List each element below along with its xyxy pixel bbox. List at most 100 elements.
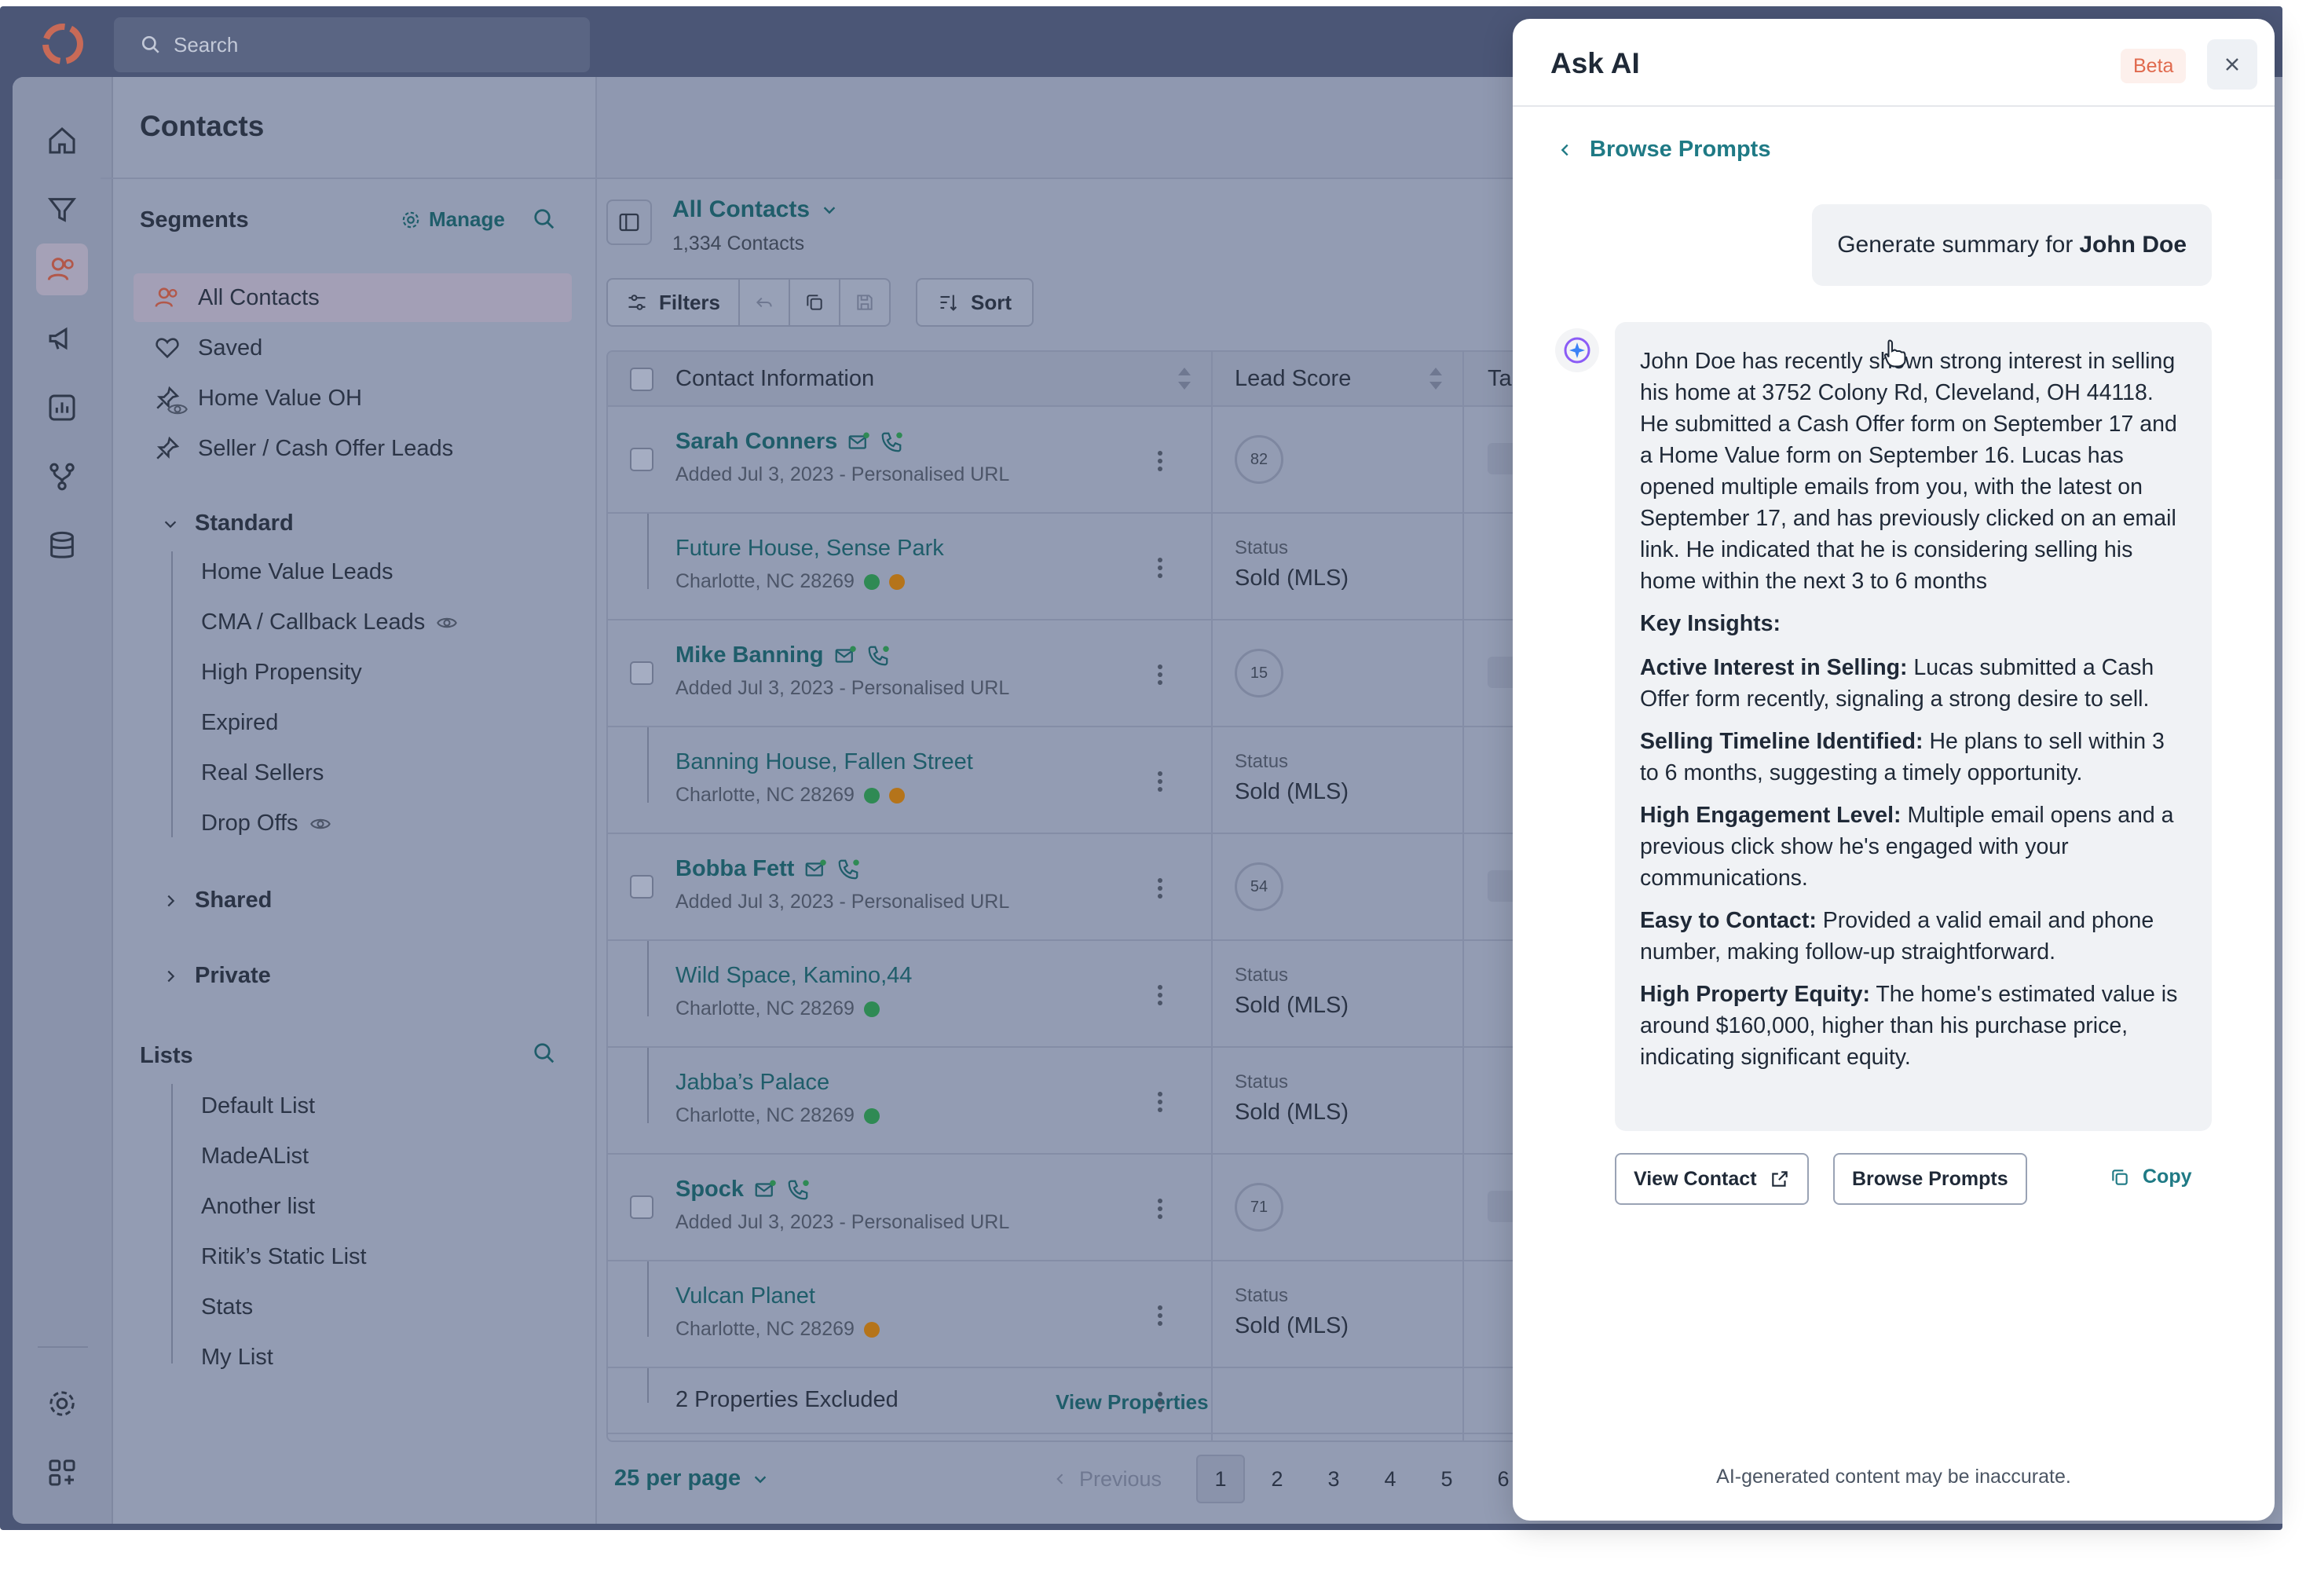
list-item[interactable]: MadeAList (201, 1144, 309, 1170)
list-item[interactable]: Another list (201, 1194, 315, 1220)
group-private[interactable]: Private (162, 963, 271, 989)
filters-button[interactable]: Filters (606, 278, 740, 327)
select-all-checkbox[interactable] (630, 368, 653, 391)
insight-item: High Engagement Level: Multiple email op… (1640, 800, 2187, 894)
segment-item[interactable]: High Propensity (201, 660, 362, 686)
row-menu-button[interactable] (1158, 878, 1162, 902)
nav-home[interactable] (36, 115, 88, 167)
per-page-selector[interactable]: 25 per page (614, 1466, 769, 1492)
contacts-table: Contact Information Lead Score Ta Sarah … (606, 350, 1524, 1442)
segment-item[interactable]: Drop Offs (201, 811, 331, 836)
segment-seller-cash-offer[interactable]: Seller / Cash Offer Leads (134, 424, 572, 473)
property-row[interactable]: Jabba’s Palace Charlotte, NC 28269 Status S… (608, 1048, 1522, 1155)
row-menu-button[interactable] (1158, 558, 1162, 581)
list-item[interactable]: Default List (201, 1093, 315, 1119)
row-menu-button[interactable] (1158, 771, 1162, 795)
sort-button[interactable]: Sort (916, 278, 1034, 327)
row-menu-button[interactable] (1158, 985, 1162, 1008)
segment-all-contacts[interactable]: All Contacts (134, 273, 572, 322)
segment-item[interactable]: Real Sellers (201, 760, 324, 786)
page-5-button[interactable]: 5 (1422, 1455, 1471, 1503)
status-label: Status (1235, 751, 1289, 772)
row-checkbox[interactable] (630, 875, 653, 899)
column-tags[interactable]: Ta (1488, 366, 1512, 392)
undo-button[interactable] (740, 278, 790, 327)
segment-item[interactable]: Home Value Leads (201, 559, 393, 585)
segment-search-button[interactable] (533, 207, 556, 235)
page-2-button[interactable]: 2 (1253, 1455, 1301, 1503)
row-checkbox[interactable] (630, 448, 653, 471)
contact-row[interactable]: Mike Banning Added Jul 3, 2023 - Personal… (608, 620, 1522, 727)
previous-page-button[interactable]: Previous (1052, 1467, 1162, 1492)
nav-contacts[interactable] (36, 243, 88, 295)
duplicate-button[interactable] (790, 278, 840, 327)
group-standard[interactable]: Standard (162, 511, 294, 536)
page-1-button[interactable]: 1 (1196, 1455, 1246, 1503)
property-row[interactable]: Banning House, Fallen Street Charlotte, N… (608, 727, 1522, 834)
segment-item[interactable]: Expired (201, 710, 278, 736)
list-item[interactable]: My List (201, 1345, 273, 1371)
warning-icon (863, 1321, 880, 1338)
sliders-icon (628, 295, 646, 310)
contact-row[interactable]: Sarah Conners Added Jul 3, 2023 - Persona… (608, 407, 1522, 514)
nav-campaigns[interactable] (36, 313, 88, 364)
page-3-button[interactable]: 3 (1309, 1455, 1358, 1503)
list-item[interactable]: Stats (201, 1294, 253, 1320)
sort-arrows-icon[interactable] (1428, 363, 1444, 394)
key-insights-list: Active Interest in Selling: Lucas submit… (1640, 652, 2187, 1073)
contact-name[interactable]: Mike Banning (675, 642, 890, 668)
segment-saved[interactable]: Saved (134, 324, 572, 372)
contact-row[interactable]: Sirius BlackAdded Jul 3, 2023 - Personal… (608, 1434, 1522, 1440)
segment-item[interactable]: CMA / Callback Leads (201, 609, 458, 635)
property-row[interactable]: Vulcan Planet Charlotte, NC 28269 Status So… (608, 1261, 1522, 1368)
view-selector[interactable]: All Contacts (672, 196, 838, 223)
segment-home-value-oh[interactable]: Home Value OH (134, 374, 572, 423)
nav-workflows[interactable] (36, 451, 88, 503)
lists-search-button[interactable] (533, 1041, 556, 1069)
nav-funnel[interactable] (36, 184, 88, 236)
page-4-button[interactable]: 4 (1366, 1455, 1415, 1503)
collapse-sidebar-button[interactable] (606, 200, 652, 245)
excluded-row[interactable]: 2 Properties Excluded View Properties (608, 1368, 1522, 1434)
property-address[interactable]: Banning House, Fallen Street (675, 749, 973, 775)
nav-database[interactable] (36, 520, 88, 572)
contact-row[interactable]: Spock Added Jul 3, 2023 - Personalised UR… (608, 1155, 1522, 1261)
row-menu-button[interactable] (1158, 451, 1162, 474)
list-item[interactable]: Ritik’s Static List (201, 1244, 367, 1270)
contact-name[interactable]: Sarah Conners (675, 429, 903, 455)
view-contact-button[interactable]: View Contact (1615, 1153, 1809, 1205)
sort-arrows-icon[interactable] (1177, 363, 1192, 394)
contact-name[interactable]: Bobba Fett (675, 856, 860, 882)
column-contact-information[interactable]: Contact Information (675, 366, 874, 392)
nav-settings[interactable] (36, 1378, 88, 1429)
save-view-button[interactable] (840, 278, 891, 327)
property-address[interactable]: Future House, Sense Park (675, 536, 944, 562)
row-menu-button[interactable] (1158, 664, 1162, 688)
column-lead-score[interactable]: Lead Score (1235, 366, 1351, 392)
global-search[interactable]: Search (114, 17, 590, 72)
pin-icon (156, 436, 180, 459)
property-address[interactable]: Wild Space, Kamino,44 (675, 963, 912, 989)
contact-source: Added Jul 3, 2023 - Personalised URL (675, 1211, 1010, 1233)
property-address[interactable]: Jabba’s Palace (675, 1070, 829, 1096)
nav-apps[interactable] (36, 1447, 88, 1499)
contact-name[interactable]: Spock (675, 1177, 810, 1202)
row-menu-button[interactable] (1158, 1305, 1162, 1329)
row-menu-button[interactable] (1158, 1199, 1162, 1222)
row-checkbox[interactable] (630, 1195, 653, 1219)
row-checkbox[interactable] (630, 661, 653, 685)
close-button[interactable] (2207, 39, 2257, 90)
row-menu-button[interactable] (1158, 1092, 1162, 1115)
property-address[interactable]: Vulcan Planet (675, 1283, 815, 1309)
property-row[interactable]: Future House, Sense Park Charlotte, NC 28… (608, 514, 1522, 620)
nav-reports[interactable] (36, 382, 88, 434)
view-properties-link[interactable]: View Properties (1056, 1390, 1209, 1415)
browse-prompts-button[interactable]: Browse Prompts (1833, 1153, 2027, 1205)
row-menu-button[interactable] (1158, 1392, 1162, 1415)
manage-segments-button[interactable]: Manage (401, 207, 505, 232)
contact-row[interactable]: Bobba Fett Added Jul 3, 2023 - Personalis… (608, 834, 1522, 941)
browse-prompts-link[interactable]: Browse Prompts (1557, 137, 1770, 163)
copy-button[interactable]: Copy (2110, 1166, 2192, 1188)
group-shared[interactable]: Shared (162, 888, 272, 913)
property-row[interactable]: Wild Space, Kamino,44 Charlotte, NC 28269… (608, 941, 1522, 1048)
